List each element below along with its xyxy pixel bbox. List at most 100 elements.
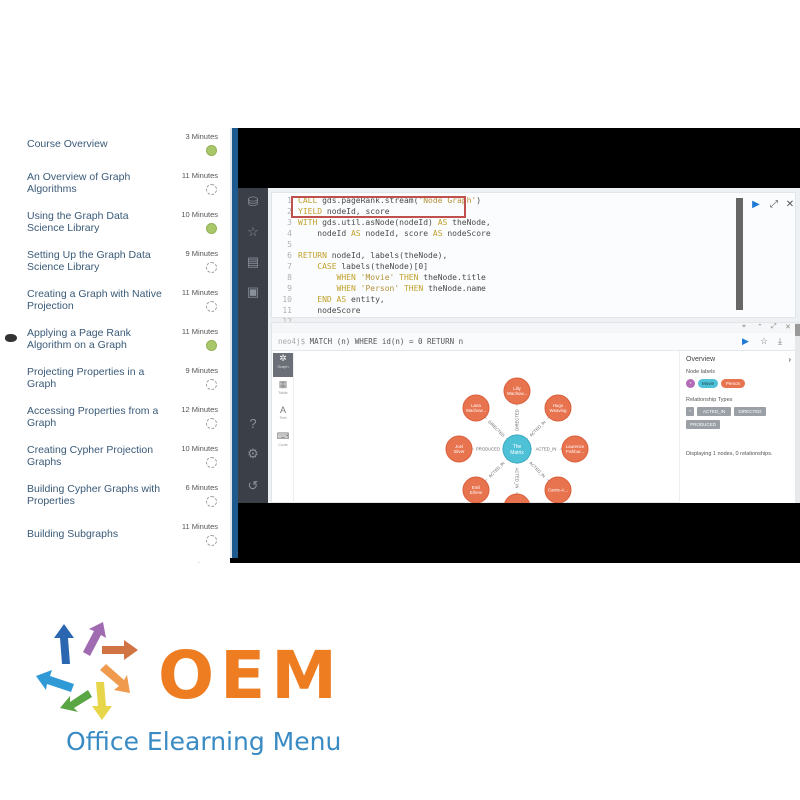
view-tab-table[interactable]: ▦ Table <box>273 379 293 403</box>
lesson-title[interactable]: Course Summary <box>27 561 167 563</box>
code-keyword: WITH <box>298 218 318 227</box>
relationship-type-pill[interactable]: PRODUCED <box>686 420 720 429</box>
lesson-title[interactable]: Applying a Page Rank Algorithm on a Grap… <box>27 327 167 351</box>
node-label-pill[interactable]: Person <box>721 379 745 388</box>
code-keyword: THEN <box>399 273 419 282</box>
lesson-title[interactable]: Accessing Properties from a Graph <box>27 405 167 429</box>
code-line: 5 <box>278 239 491 250</box>
lesson-title[interactable]: Creating a Graph with Native Projection <box>27 288 167 312</box>
relationship-type-pill[interactable]: ACTED_IN <box>697 407 731 416</box>
code-text: theNode.name <box>423 284 486 293</box>
view-tab-graph[interactable]: ✲ Graph <box>273 353 293 377</box>
node-label-pill[interactable]: * <box>686 379 695 388</box>
collapse-icon[interactable]: ⌃ <box>757 323 763 331</box>
code-line: 9 WHEN 'Person' THEN theNode.name <box>278 283 491 294</box>
lesson-item[interactable]: Building Subgraphs 11 Minutes <box>0 522 228 561</box>
query-text[interactable]: neo4j$ MATCH (n) WHERE id(n) = 0 RETURN … <box>278 337 463 346</box>
relationship-type-pill[interactable]: DIRECTED <box>734 407 766 416</box>
arrow-green <box>60 690 92 712</box>
lesson-duration: 11 Minutes <box>181 288 218 297</box>
code-line: 6 RETURN nodeId, labels(theNode), <box>278 250 491 261</box>
code-text: entity, <box>346 295 385 304</box>
lesson-duration: 11 Minutes <box>181 522 218 531</box>
logo-name-text: Office Elearning Menu <box>66 727 342 756</box>
lesson-title[interactable]: Projecting Properties in a Graph <box>27 366 167 390</box>
scrollbar-thumb[interactable] <box>795 324 800 336</box>
node-label: Keanu <box>511 502 524 503</box>
view-tab-label: Graph <box>277 364 289 369</box>
fullscreen-icon[interactable]: ⤢ <box>771 323 777 331</box>
about-icon[interactable]: ↺ <box>245 478 261 494</box>
guides-icon[interactable]: ▣ <box>245 284 261 300</box>
pin-icon[interactable]: ⌖ <box>742 323 746 331</box>
line-number: 11 <box>282 306 292 315</box>
favorite-icon[interactable]: ☆ <box>760 336 768 347</box>
close-frame-icon[interactable]: ✕ <box>785 323 791 331</box>
lesson-title[interactable]: Course Overview <box>27 138 167 150</box>
download-icon[interactable]: ⤓ <box>778 336 782 347</box>
code-line: 11 nodeScore <box>278 305 491 316</box>
lesson-item[interactable]: Building Cypher Graphs with Properties 6 … <box>0 483 228 522</box>
editor-scrollbar[interactable] <box>736 198 743 310</box>
relationship-label: PRODUCED <box>476 447 500 452</box>
run-query-icon[interactable]: ▶ <box>742 336 749 347</box>
favorites-star-icon[interactable]: ☆ <box>245 224 261 240</box>
cypher-editor[interactable]: 1 CALL gds.pageRank.stream('Node Graph') 2… <box>271 192 796 326</box>
expand-icon[interactable]: ⤢ <box>768 199 780 210</box>
query-bar[interactable]: neo4j$ MATCH (n) WHERE id(n) = 0 RETURN … <box>272 333 797 351</box>
line-number: 7 <box>287 262 292 271</box>
relationship-type-pill[interactable]: * <box>686 407 694 416</box>
database-icon[interactable]: ⛁ <box>245 194 261 210</box>
lesson-item[interactable]: Applying a Page Rank Algorithm on a Grap… <box>0 327 228 366</box>
help-icon[interactable]: ? <box>245 416 261 432</box>
view-tab-text[interactable]: A Text <box>273 405 293 429</box>
lesson-title[interactable]: Creating Cypher Projection Graphs <box>27 444 167 468</box>
lesson-title[interactable]: Setting Up the Graph Data Science Librar… <box>27 249 167 273</box>
lesson-duration: 6 Minutes <box>185 483 218 492</box>
settings-gear-icon[interactable]: ⚙ <box>245 446 261 462</box>
node-label-pill[interactable]: Movie <box>698 379 718 388</box>
close-icon[interactable]: ✕ <box>784 199 796 210</box>
not-started-status-icon <box>206 262 217 273</box>
view-tab-label: Text <box>279 415 287 420</box>
documents-icon[interactable]: ▤ <box>245 254 261 270</box>
chevron-right-icon[interactable]: › <box>788 355 791 364</box>
play-icon[interactable]: ▶ <box>750 199 762 210</box>
lesson-item[interactable]: Accessing Properties from a Graph 12 Minu… <box>0 405 228 444</box>
node-labels-heading: Node labels <box>686 369 716 375</box>
lesson-item[interactable]: Creating a Graph with Native Projection 1… <box>0 288 228 327</box>
line-number: 9 <box>287 284 292 293</box>
lesson-item[interactable]: Projecting Properties in a Graph 9 Minute… <box>0 366 228 405</box>
lesson-item[interactable]: Course Overview 3 Minutes <box>0 132 228 171</box>
arrow-blue-dark <box>54 624 74 664</box>
completed-status-icon <box>206 145 217 156</box>
code-text: theNode, <box>447 218 491 227</box>
logo-arrows-icon <box>36 622 138 720</box>
lesson-item[interactable]: An Overview of Graph Algorithms 11 Minute… <box>0 171 228 210</box>
lesson-item[interactable]: Setting Up the Graph Data Science Librar… <box>0 249 228 288</box>
lesson-item[interactable]: Using the Graph Data Science Library 10 M… <box>0 210 228 249</box>
graph-canvas[interactable]: DIRECTED ACTED_IN ACTED_IN ACTED_IN ACTED_IN… <box>294 351 679 503</box>
node-label: Wachow... <box>466 408 486 413</box>
view-tab-code[interactable]: ⌨ Code <box>273 431 293 455</box>
code-line: 4 nodeId AS nodeId, score AS nodeScore <box>278 228 491 239</box>
current-lesson-marker-icon <box>5 334 17 342</box>
lesson-item[interactable]: Creating Cypher Projection Graphs 10 Minu… <box>0 444 228 483</box>
not-started-status-icon <box>206 535 217 546</box>
line-number: 6 <box>287 251 292 260</box>
graph-visualization[interactable]: DIRECTED ACTED_IN ACTED_IN ACTED_IN ACTED_IN… <box>294 351 679 503</box>
lesson-title[interactable]: An Overview of Graph Algorithms <box>27 171 167 195</box>
lesson-title[interactable]: Using the Graph Data Science Library <box>27 210 167 234</box>
lesson-title[interactable]: Building Cypher Graphs with Properties <box>27 483 167 507</box>
lesson-title[interactable]: Building Subgraphs <box>27 528 167 540</box>
page-scrollbar[interactable] <box>795 322 800 503</box>
video-frame-edge <box>230 128 238 558</box>
overview-footer: Displaying 1 nodes, 0 relationships. <box>686 451 773 457</box>
node-label: Carrie-A... <box>548 488 568 493</box>
lesson-item[interactable]: Course Summary 2 Minutes <box>0 561 228 563</box>
code-keyword: AS <box>336 295 347 304</box>
arrow-yellow <box>92 682 112 720</box>
